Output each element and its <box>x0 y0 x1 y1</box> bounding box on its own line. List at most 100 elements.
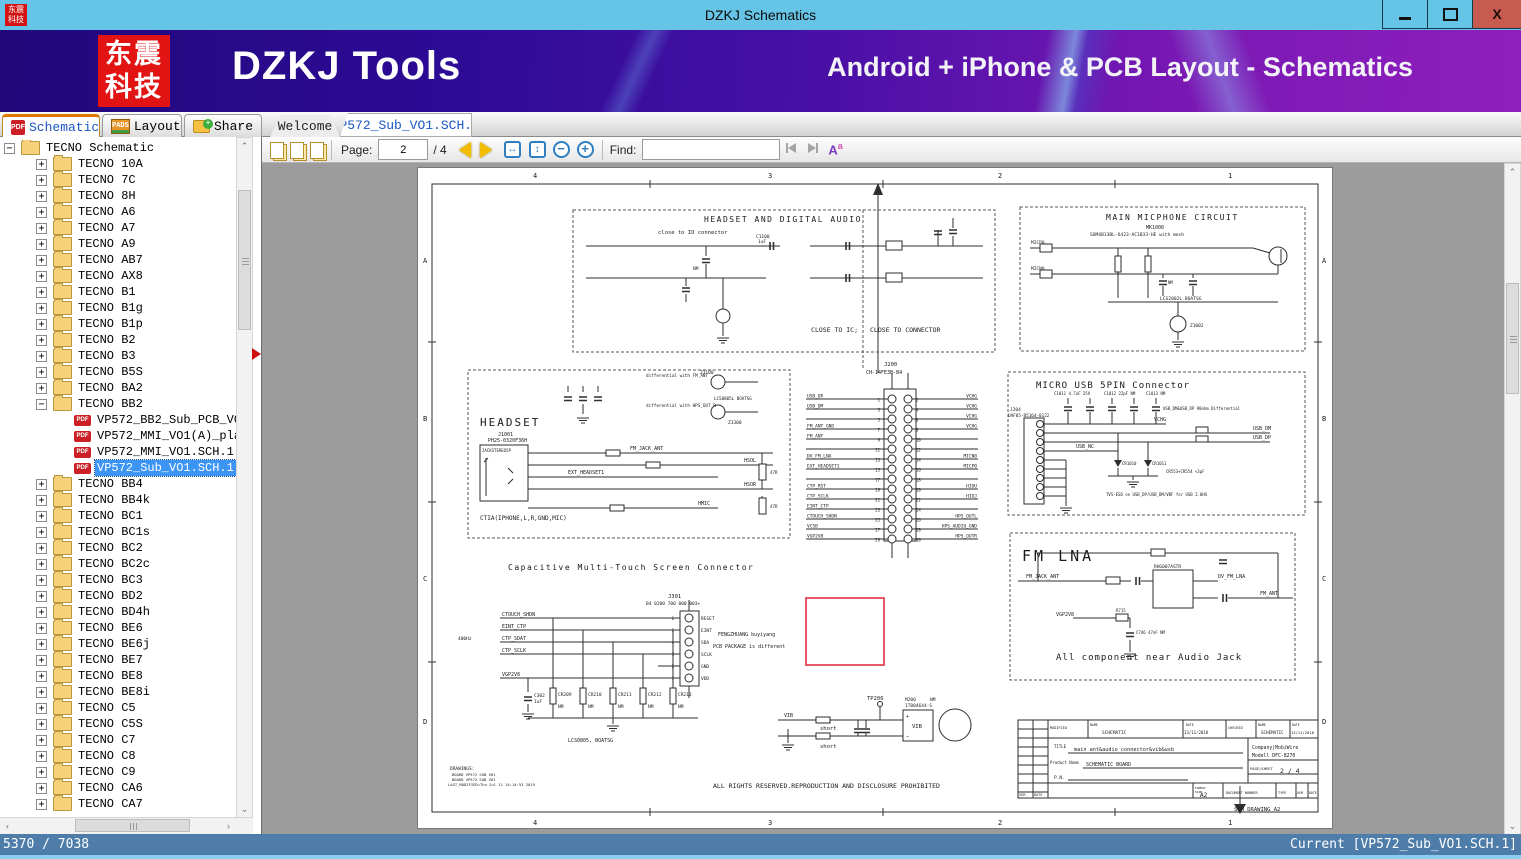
tree-item-label[interactable]: TECNO A9 <box>76 236 138 252</box>
tree-item[interactable]: + TECNO BC1s <box>0 523 236 540</box>
tree-item[interactable]: + TECNO BE6j <box>0 635 236 652</box>
expand-icon[interactable]: + <box>36 686 47 698</box>
tree-item[interactable]: PDF VP572_MMI_VO1.SCH.1 <box>0 444 236 460</box>
tree-item[interactable]: PDF VP572_Sub_VO1.SCH.1 <box>0 459 236 477</box>
tree-item-label[interactable]: TECNO BC1s <box>76 524 152 540</box>
scrollbar-thumb[interactable] <box>1506 283 1519 394</box>
page-icon[interactable] <box>268 141 287 161</box>
scroll-left-icon[interactable]: ‹ <box>0 818 15 833</box>
tree-item[interactable]: + TECNO BE7 <box>0 651 236 668</box>
expand-icon[interactable]: + <box>36 670 47 682</box>
expand-icon[interactable]: + <box>36 254 47 266</box>
tree-item-label[interactable]: TECNO Schematic <box>44 140 156 156</box>
close-button[interactable]: X <box>1472 0 1521 29</box>
tree-item[interactable]: + TECNO A9 <box>0 235 236 252</box>
tree-item-label[interactable]: TECNO BC3 <box>76 572 145 588</box>
tree-item[interactable]: + TECNO BC2c <box>0 555 236 572</box>
expand-icon[interactable]: + <box>36 638 47 650</box>
expand-icon[interactable]: + <box>36 798 47 810</box>
tree-item[interactable]: + TECNO BB4k <box>0 491 236 508</box>
expand-icon[interactable]: + <box>36 334 47 346</box>
tree-item-label[interactable]: TECNO C8 <box>76 748 138 764</box>
collapse-icon[interactable]: − <box>4 142 15 154</box>
tree-item-label[interactable]: TECNO 10A <box>76 156 145 172</box>
prev-page-icon[interactable] <box>458 141 471 158</box>
tree-item-label[interactable]: TECNO C9 <box>76 764 138 780</box>
tree-item[interactable]: + TECNO A6 <box>0 203 236 220</box>
tree-item[interactable]: + TECNO BA2 <box>0 379 236 396</box>
tree-item-label[interactable]: TECNO B1 <box>76 284 138 300</box>
expand-icon[interactable]: + <box>36 782 47 794</box>
tree-item[interactable]: + TECNO C9 <box>0 763 236 780</box>
scroll-down-icon[interactable]: ⌄ <box>1505 818 1520 834</box>
expand-icon[interactable]: + <box>36 206 47 218</box>
tree-item[interactable]: + TECNO BD4h <box>0 603 236 620</box>
tree-item-label[interactable]: TECNO BE8 <box>76 668 145 684</box>
tree-item[interactable]: − TECNO Schematic <box>0 140 236 156</box>
expand-icon[interactable]: + <box>36 622 47 634</box>
tree-item[interactable]: + TECNO BC3 <box>0 571 236 588</box>
tree-item[interactable]: + TECNO C8 <box>0 747 236 764</box>
tree-item-label[interactable]: TECNO BC2c <box>76 556 152 572</box>
tree-item[interactable]: − TECNO BB2 <box>0 395 236 412</box>
expand-icon[interactable]: + <box>36 270 47 282</box>
tree-item-label[interactable]: TECNO B3 <box>76 348 138 364</box>
tree-item[interactable]: + TECNO B1 <box>0 283 236 300</box>
scroll-right-icon[interactable]: › <box>221 818 236 833</box>
tree-item[interactable]: + TECNO C5S <box>0 715 236 732</box>
minimize-button[interactable] <box>1382 0 1427 29</box>
tree-item[interactable]: + TECNO C5 <box>0 699 236 716</box>
tree-item-label[interactable]: TECNO B2 <box>76 332 138 348</box>
expand-icon[interactable]: + <box>36 542 47 554</box>
match-case-icon[interactable]: Aa <box>828 141 842 157</box>
expand-icon[interactable]: + <box>36 718 47 730</box>
tab-welcome[interactable]: Welcome <box>270 115 340 137</box>
expand-icon[interactable]: + <box>36 750 47 762</box>
tree-item-label[interactable]: TECNO BB4 <box>76 476 145 492</box>
scroll-up-icon[interactable]: ⌃ <box>237 138 252 154</box>
page-number-input[interactable] <box>378 139 429 160</box>
tab-share[interactable]: Share <box>184 114 262 137</box>
tree-item[interactable]: PDF VP572_MMI_VO1(A)_placemen <box>0 428 236 444</box>
page-paste-icon[interactable] <box>308 141 327 161</box>
tree-item-label[interactable]: TECNO A6 <box>76 204 138 220</box>
tree-item[interactable]: + TECNO C7 <box>0 731 236 748</box>
fit-width-icon[interactable]: ↔ <box>503 141 521 158</box>
expand-icon[interactable]: + <box>36 350 47 362</box>
expand-icon[interactable]: + <box>36 174 47 186</box>
tree-item-label[interactable]: TECNO BD2 <box>76 588 145 604</box>
expand-icon[interactable]: + <box>36 382 47 394</box>
tree-item-label[interactable]: TECNO CA6 <box>76 780 145 796</box>
tree-item[interactable]: + TECNO AB7 <box>0 251 236 268</box>
expand-icon[interactable]: + <box>36 558 47 570</box>
tree-item-label[interactable]: VP572_MMI_VO1(A)_placemen <box>95 428 236 444</box>
expand-icon[interactable]: + <box>36 222 47 234</box>
tree-item[interactable]: + TECNO CA7 <box>0 795 236 812</box>
expand-icon[interactable]: + <box>36 702 47 714</box>
tree-item[interactable]: + TECNO BC2 <box>0 539 236 556</box>
maximize-button[interactable] <box>1427 0 1472 29</box>
expand-icon[interactable]: + <box>36 286 47 298</box>
expand-icon[interactable]: + <box>36 190 47 202</box>
tree-item-label[interactable]: TECNO AX8 <box>76 268 145 284</box>
tree-item-label[interactable]: TECNO B1p <box>76 316 145 332</box>
tab-close-icon[interactable]: x <box>484 119 489 132</box>
expand-icon[interactable]: + <box>36 238 47 250</box>
tree-item-label[interactable]: TECNO BE7 <box>76 652 145 668</box>
tree-item-label[interactable]: TECNO C5 <box>76 700 138 716</box>
expand-icon[interactable]: + <box>36 494 47 506</box>
tree-item[interactable]: + TECNO CA6 <box>0 779 236 796</box>
tree-item-label[interactable]: TECNO CA7 <box>76 796 145 812</box>
expand-icon[interactable]: + <box>36 526 47 538</box>
tree-item[interactable]: + TECNO A7 <box>0 219 236 236</box>
tree-item-label[interactable]: TECNO BE6 <box>76 620 145 636</box>
tree-item-label[interactable]: TECNO BE6j <box>76 636 152 652</box>
tree-item[interactable]: + TECNO 10A <box>0 155 236 172</box>
expand-icon[interactable]: + <box>36 318 47 330</box>
tree-item[interactable]: + TECNO AX8 <box>0 267 236 284</box>
sidebar-horizontal-scrollbar[interactable]: ‹ › <box>0 817 253 834</box>
scroll-down-icon[interactable]: ⌄ <box>237 801 252 817</box>
tree-item-label[interactable]: TECNO C5S <box>76 716 145 732</box>
tree-item[interactable]: + TECNO B1p <box>0 315 236 332</box>
expand-icon[interactable]: + <box>36 366 47 378</box>
